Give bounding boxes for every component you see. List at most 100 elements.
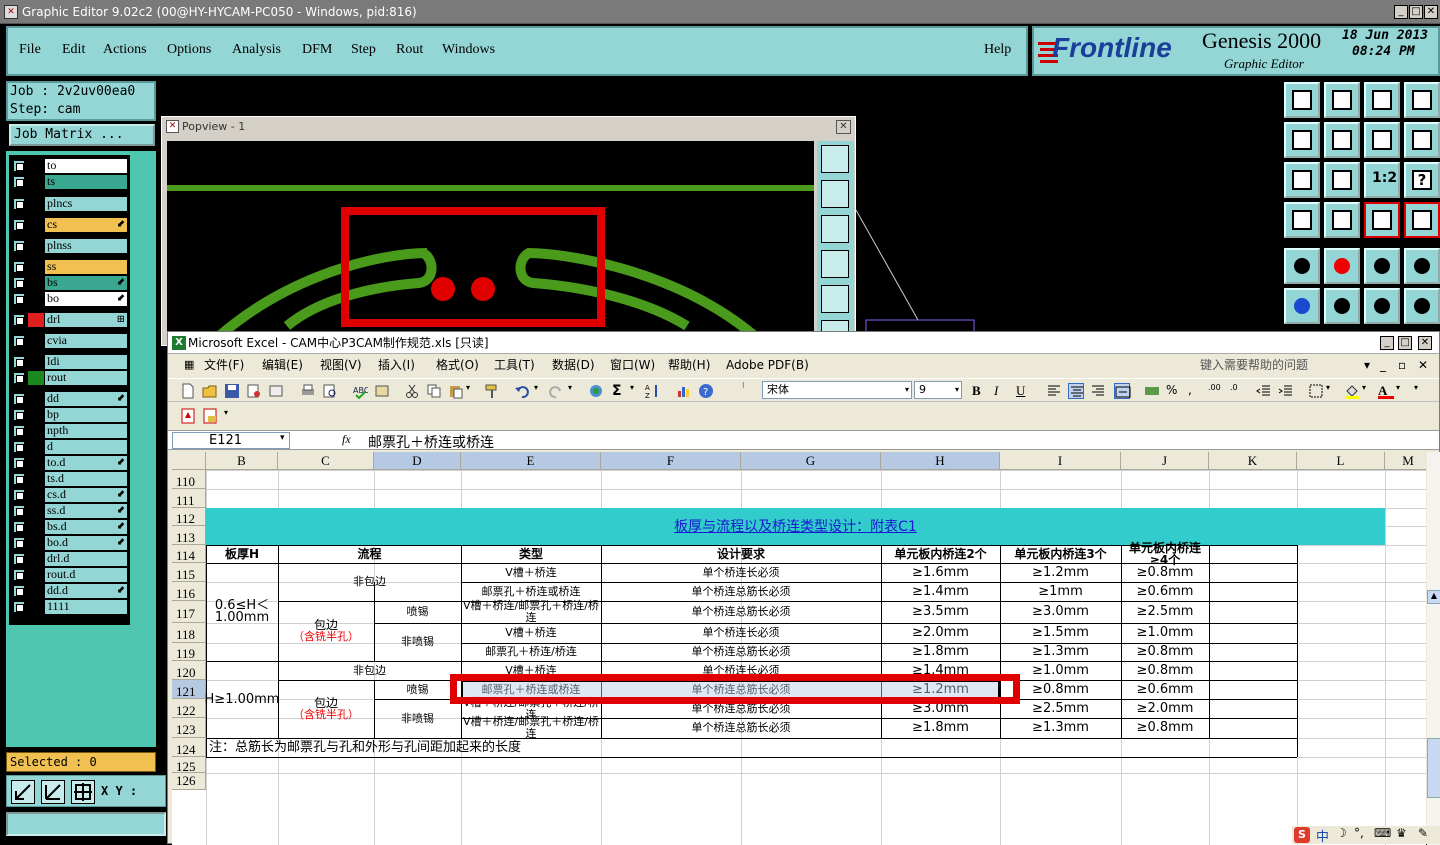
value-cell[interactable]: ≥0.8mm [1121, 718, 1209, 738]
layer-checkbox[interactable] [13, 240, 25, 252]
undo-zoom-icon[interactable] [1364, 122, 1400, 158]
scroll-up-button[interactable]: ▲ [1427, 590, 1440, 604]
type-cell[interactable]: V槽＋桥连/邮票孔＋桥连/桥连 [461, 716, 601, 740]
grid-snap-icon[interactable] [71, 780, 95, 804]
measure-icon[interactable] [41, 780, 65, 804]
split-view-icon[interactable] [1404, 82, 1440, 118]
font-color-button[interactable]: A [1378, 383, 1394, 399]
zoom-one-to-two-icon[interactable]: 1:2 [1364, 162, 1400, 198]
layer-row[interactable]: plnss [10, 238, 130, 253]
layer-name[interactable]: bs.d ⬋ [45, 520, 127, 534]
menu-edit[interactable]: Edit [62, 42, 85, 58]
column-header[interactable]: B [206, 452, 278, 470]
bold-button[interactable]: B [972, 383, 988, 399]
help-icon[interactable]: ? [1404, 162, 1440, 198]
value-cell[interactable]: ≥3.0mm [1000, 601, 1121, 623]
toolbar-options-right-icon[interactable]: ▾ [1414, 383, 1424, 399]
menu-rout[interactable]: Rout [396, 42, 423, 58]
excel-restore-button[interactable]: □ [1398, 336, 1412, 350]
excel-menu-tools[interactable]: 工具(T) [494, 354, 535, 376]
print-icon[interactable] [300, 383, 316, 399]
layer-checkbox[interactable] [13, 537, 25, 549]
netlist-view-icon[interactable] [1364, 202, 1400, 238]
excel-help-search[interactable]: 键入需要帮助的问题 [1200, 354, 1308, 376]
minimize-button[interactable]: _ [1394, 5, 1408, 19]
doc-close-button[interactable]: ✕ [1418, 354, 1428, 376]
layer-row[interactable]: dd ⬋ [10, 391, 130, 406]
punctuation-icon[interactable]: °, [1354, 826, 1364, 840]
layer-row[interactable]: npth [10, 423, 130, 438]
value-cell[interactable]: ≥0.8mm [1121, 661, 1209, 680]
fill-color-dropdown-icon[interactable]: ▾ [1362, 383, 1372, 399]
type-cell[interactable]: V槽＋桥连/邮票孔＋桥连/桥连 [461, 600, 601, 624]
decrease-indent-icon[interactable] [1256, 383, 1272, 399]
thickness-cell[interactable]: H≥1.00mm [205, 661, 280, 738]
column-header[interactable]: M [1385, 452, 1426, 470]
layer-name[interactable]: bs ⬋ [45, 276, 127, 290]
convert-and-email-pdf-icon[interactable] [202, 408, 218, 424]
layer-row[interactable]: drl ⊞ [10, 312, 130, 327]
cut-icon[interactable] [404, 383, 420, 399]
layer-row[interactable]: drl.d [10, 551, 130, 566]
requirement-cell[interactable]: 单个桥连总筋长必须 [601, 601, 881, 623]
requirement-cell[interactable]: 单个桥连总筋长必须 [601, 643, 881, 661]
layer-row[interactable]: to.d ⬋ [10, 455, 130, 470]
layer-name[interactable]: rout [45, 371, 127, 385]
layer-checkbox[interactable] [13, 335, 25, 347]
column-header[interactable]: E [461, 452, 601, 470]
print-preview-icon[interactable] [322, 383, 338, 399]
excel-minimize-button[interactable]: _ [1380, 336, 1394, 350]
layer-name[interactable]: npth [45, 424, 127, 438]
layer-color-swatch[interactable] [28, 392, 44, 406]
toolbar-options-icon[interactable]: ⁝ [742, 381, 750, 401]
requirement-cell[interactable]: 单个桥连总筋长必须 [601, 718, 881, 738]
layer-name[interactable]: to [45, 159, 127, 173]
layer-row[interactable]: cvia [10, 333, 130, 348]
layer-color-swatch[interactable] [28, 334, 44, 348]
value-cell[interactable]: ≥1.6mm [881, 563, 1000, 582]
layer-name[interactable]: rout.d [45, 568, 127, 582]
excel-menu-data[interactable]: 数据(D) [552, 354, 595, 376]
layer-row[interactable]: cs ⬋ [10, 217, 130, 232]
value-cell[interactable]: ≥1.5mm [1000, 623, 1121, 643]
redo-dropdown-icon[interactable]: ▾ [568, 383, 578, 399]
layer-row[interactable]: dd.d ⬋ [10, 583, 130, 598]
value-cell[interactable]: ≥1.8mm [881, 718, 1000, 738]
layer-row[interactable]: bs ⬋ [10, 275, 130, 290]
arc-alt-icon[interactable] [1404, 288, 1440, 324]
ime-mode-label[interactable]: 中 [1316, 826, 1329, 845]
value-cell[interactable]: ≥2.0mm [881, 623, 1000, 643]
doc-restore-button[interactable]: ▫ [1398, 354, 1406, 376]
pdf-toolbar-options-icon[interactable]: ▾ [224, 408, 232, 424]
fit-profile-icon[interactable] [1324, 162, 1360, 198]
thickness-cell[interactable]: 0.6≤H＜1.00mm [206, 563, 278, 661]
increase-decimal-button[interactable]: .00 [1208, 383, 1224, 399]
menu-dfm[interactable]: DFM [302, 42, 332, 58]
value-cell[interactable]: ≥0.6mm [1121, 582, 1209, 601]
layer-name[interactable]: cs ⬋ [45, 218, 127, 232]
layer-name[interactable]: 1111 [45, 600, 127, 614]
layer-color-swatch[interactable] [28, 313, 44, 327]
value-cell[interactable]: ≥0.8mm [1121, 563, 1209, 582]
flow-cell[interactable]: 喷锡 [374, 680, 461, 699]
layer-checkbox[interactable] [13, 293, 25, 305]
menu-analysis[interactable]: Analysis [232, 42, 281, 58]
row-header[interactable]: 111 [172, 489, 206, 508]
layer-checkbox[interactable] [13, 198, 25, 210]
excel-doc-icon[interactable]: ▦ [184, 354, 194, 376]
value-cell[interactable]: ≥0.6mm [1121, 680, 1209, 699]
row-header[interactable]: 120 [172, 661, 206, 680]
fx-icon[interactable]: fx [342, 432, 351, 447]
sort-ascending-icon[interactable]: AZ [644, 383, 660, 400]
column-header[interactable]: K [1209, 452, 1297, 470]
name-box-dropdown-icon[interactable]: ▾ [280, 433, 285, 443]
row-header[interactable]: 123 [172, 718, 206, 738]
settings-wrench-icon[interactable]: ✎ [1418, 826, 1428, 840]
excel-close-button[interactable]: ✕ [1418, 336, 1432, 350]
flow-cell[interactable]: 包边 （含铣半孔） [278, 601, 374, 661]
borders-dropdown-icon[interactable]: ▾ [1326, 383, 1336, 399]
type-cell[interactable]: 邮票孔＋桥连/桥连 [461, 643, 601, 661]
layer-color-swatch[interactable] [28, 260, 44, 274]
layer-checkbox[interactable] [13, 489, 25, 501]
popview-canvas[interactable] [167, 141, 814, 347]
